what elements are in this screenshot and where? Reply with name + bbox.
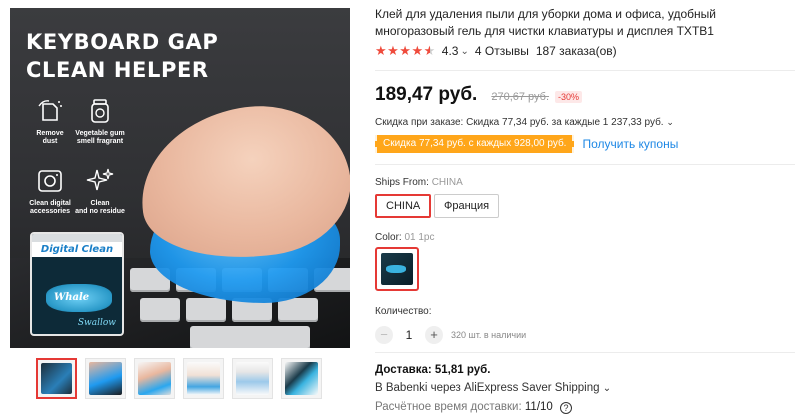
feature-label: Vegetable gum smell fragrant bbox=[75, 130, 125, 145]
order-discount-line[interactable]: Скидка при заказе: Скидка 77,34 руб. за … bbox=[375, 117, 674, 128]
help-icon[interactable]: ? bbox=[560, 402, 573, 414]
stock-count: 320 шт. в наличии bbox=[451, 330, 527, 340]
quantity-stepper: − 1 + 320 шт. в наличии bbox=[375, 326, 526, 344]
delivery-route[interactable]: В Babenki через AliExpress Saver Shippin… bbox=[375, 382, 611, 394]
thumbnail-6[interactable] bbox=[281, 358, 322, 399]
delivery-time-label: Расчётное время доставки: bbox=[375, 401, 522, 413]
ships-from-value: CHINA bbox=[431, 177, 463, 188]
divider bbox=[375, 70, 795, 71]
delivery-time-value: 11/10 bbox=[524, 401, 553, 413]
thumbnail-5[interactable] bbox=[232, 358, 273, 399]
thumbnail-2[interactable] bbox=[85, 358, 126, 399]
feature-no-residue: Clean and no residue bbox=[60, 166, 140, 216]
divider bbox=[375, 164, 795, 165]
delivery-time-row: Расчётное время доставки: 11/10 ? bbox=[375, 401, 573, 414]
coupon-badge: Скидка 77,34 руб. с каждых 928,00 руб. bbox=[375, 135, 575, 153]
package-name: Digital Clean bbox=[32, 242, 122, 257]
chevron-down-icon: ⌄ bbox=[666, 117, 674, 127]
reviews-link[interactable]: 4 Отзывы bbox=[475, 44, 529, 58]
get-coupons-link[interactable]: Получить купоны bbox=[582, 137, 678, 151]
color-value: 01 1pc bbox=[404, 232, 435, 243]
rating-row: ★★★★★ 4.3 ⌄ 4 Отзывы 187 заказа(ов) bbox=[375, 43, 617, 59]
chevron-down-icon[interactable]: ⌄ bbox=[460, 46, 468, 57]
color-label-row: Color: 01 1pc bbox=[375, 232, 435, 243]
feature-fragrant: Vegetable gum smell fragrant bbox=[60, 96, 140, 146]
price-row: 189,47 руб. 270,67 руб. -30% bbox=[375, 84, 583, 106]
thumbnail-strip bbox=[36, 358, 322, 399]
feature-label: Clean and no residue bbox=[75, 200, 125, 215]
color-swatch-image bbox=[381, 253, 413, 285]
old-price: 270,67 руб. bbox=[491, 91, 550, 103]
product-package: Digital Clean Whale Swallow bbox=[30, 232, 124, 336]
thumbnail-3[interactable] bbox=[134, 358, 175, 399]
package-brand: Swallow bbox=[77, 318, 116, 328]
quantity-label: Количество: bbox=[375, 306, 432, 317]
product-title: Клей для удаления пыли для уборки дома и… bbox=[375, 7, 716, 38]
delivery-price: Доставка: 51,81 руб. bbox=[375, 364, 491, 376]
delivery-route-text: В Babenki через AliExpress Saver Shippin… bbox=[375, 382, 600, 394]
color-option-01[interactable] bbox=[375, 247, 419, 291]
plus-icon[interactable]: + bbox=[425, 326, 443, 344]
coupon-row: Скидка 77,34 руб. с каждых 928,00 руб. П… bbox=[375, 135, 678, 153]
package-whale-label: Whale bbox=[54, 292, 90, 303]
chevron-down-icon: ⌄ bbox=[602, 383, 612, 394]
jar-icon bbox=[91, 99, 109, 123]
sparkle-icon bbox=[86, 168, 114, 191]
minus-icon[interactable]: − bbox=[375, 326, 393, 344]
color-label: Color: bbox=[375, 232, 402, 243]
star-rating-icon: ★★★★★ bbox=[375, 43, 436, 58]
ship-option-france[interactable]: Франция bbox=[434, 194, 500, 218]
ship-option-china[interactable]: CHINA bbox=[375, 194, 432, 218]
hero-title: KEYBOARD GAP CLEAN HELPER bbox=[26, 30, 219, 82]
discount-badge: -30% bbox=[555, 91, 583, 103]
thumbnail-4[interactable] bbox=[183, 358, 224, 399]
quantity-value[interactable]: 1 bbox=[393, 328, 425, 342]
thumbnail-1[interactable] bbox=[36, 358, 77, 399]
rating-value: 4.3 bbox=[441, 44, 459, 58]
main-product-image[interactable]: KEYBOARD GAP CLEAN HELPER Remove dust Ve… bbox=[10, 8, 350, 348]
ships-from-text: Ships From: bbox=[375, 177, 429, 188]
ships-from-label: Ships From: CHINA bbox=[375, 177, 463, 188]
current-price: 189,47 руб. bbox=[375, 84, 478, 105]
order-discount-text: Скидка при заказе: Скидка 77,34 руб. за … bbox=[375, 117, 664, 128]
orders-count: 187 заказа(ов) bbox=[535, 44, 617, 58]
divider bbox=[375, 352, 795, 353]
